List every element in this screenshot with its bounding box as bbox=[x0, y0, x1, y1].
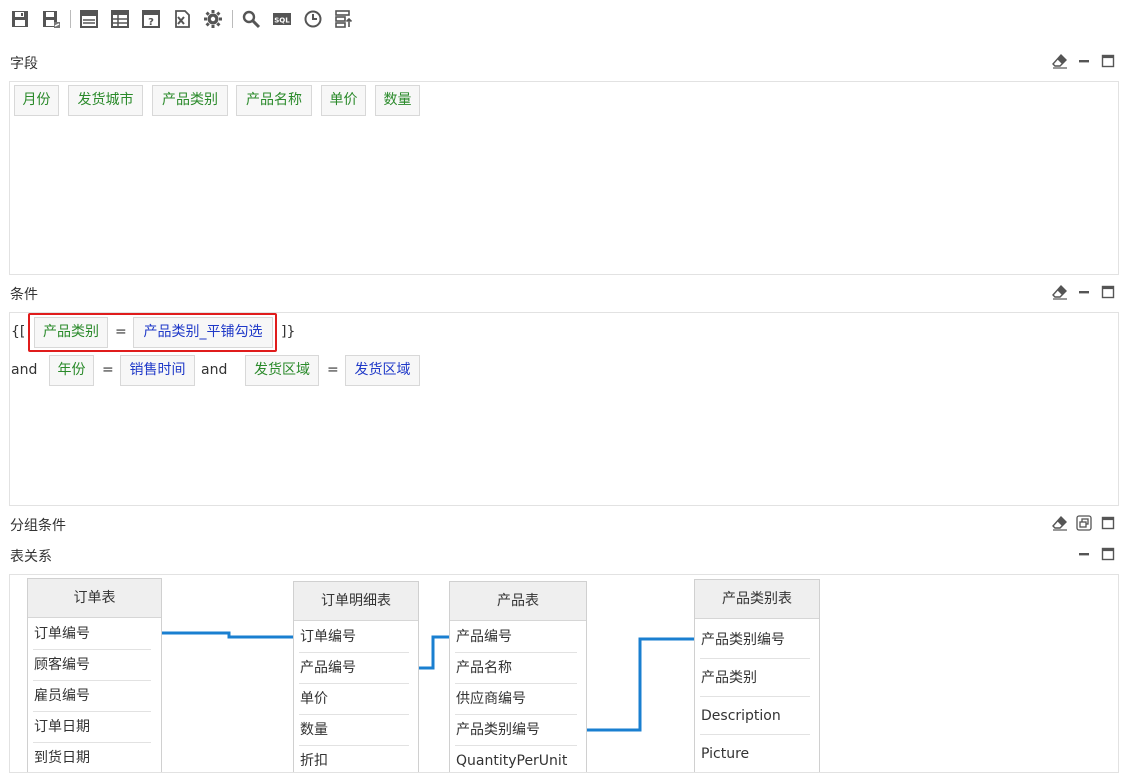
maximize-icon[interactable] bbox=[1100, 546, 1116, 562]
save-as-icon[interactable] bbox=[39, 7, 63, 31]
eraser-icon[interactable] bbox=[1052, 284, 1068, 300]
table-product-categories[interactable]: 产品类别表 产品类别编号 产品类别 Description Picture bbox=[694, 579, 820, 772]
field-chip[interactable]: 月份 bbox=[14, 85, 59, 116]
table-field[interactable]: 产品编号 bbox=[299, 653, 409, 684]
table-field[interactable]: 产品编号 bbox=[455, 622, 577, 653]
table-header[interactable]: 产品类别表 bbox=[695, 580, 819, 619]
table-field[interactable]: Description bbox=[700, 698, 810, 735]
group-conditions-controls bbox=[1052, 515, 1116, 531]
condition-field-chip[interactable]: 产品类别 bbox=[34, 317, 108, 348]
table-orders[interactable]: 订单表 订单编号 顾客编号 雇员编号 订单日期 到货日期 bbox=[27, 578, 162, 772]
table-field[interactable]: 产品类别 bbox=[700, 660, 810, 697]
table-field[interactable]: QuantityPerUnit bbox=[455, 746, 585, 772]
field-chip[interactable]: 产品名称 bbox=[236, 85, 312, 116]
field-chip[interactable]: 发货城市 bbox=[68, 85, 143, 116]
relations-panel: 订单表 订单编号 顾客编号 雇员编号 订单日期 到货日期 订单明细表 订单编号 … bbox=[9, 574, 1119, 773]
search-icon[interactable] bbox=[239, 7, 263, 31]
fields-controls bbox=[1052, 53, 1116, 69]
layout-icon[interactable] bbox=[332, 7, 356, 31]
table-field[interactable]: 雇员编号 bbox=[33, 681, 151, 712]
condition-operator[interactable]: = bbox=[327, 355, 339, 386]
group-conditions-title: 分组条件 bbox=[10, 518, 66, 534]
table-field[interactable]: 产品类别编号 bbox=[455, 715, 577, 746]
svg-text:?: ? bbox=[148, 17, 154, 28]
toolbar-separator bbox=[232, 10, 233, 28]
field-chip[interactable]: 产品类别 bbox=[152, 85, 228, 116]
table-field[interactable]: 单价 bbox=[299, 684, 409, 715]
maximize-icon[interactable] bbox=[1100, 53, 1116, 69]
minimize-icon[interactable] bbox=[1076, 546, 1092, 562]
table-field[interactable]: Picture bbox=[700, 736, 810, 772]
condition-param-chip[interactable]: 发货区域 bbox=[345, 355, 420, 386]
svg-text:SQL: SQL bbox=[274, 17, 290, 25]
field-chip[interactable]: 单价 bbox=[321, 85, 366, 116]
relation-link[interactable] bbox=[419, 635, 449, 670]
table-header[interactable]: 订单明细表 bbox=[294, 582, 418, 621]
condition-operator[interactable]: = bbox=[102, 355, 114, 386]
conditions-controls bbox=[1052, 284, 1116, 300]
eraser-icon[interactable] bbox=[1052, 53, 1068, 69]
relation-link[interactable] bbox=[162, 631, 293, 639]
minimize-icon[interactable] bbox=[1076, 53, 1092, 69]
relation-link[interactable] bbox=[587, 637, 694, 732]
table-field[interactable]: 顾客编号 bbox=[33, 650, 151, 681]
conditions-panel: {[ 产品类别 = 产品类别_平铺勾选 ]} and 年份 = 销售时间 and… bbox=[9, 312, 1119, 506]
restore-icon[interactable] bbox=[1076, 515, 1092, 531]
bracket-open[interactable]: {[ bbox=[11, 317, 25, 348]
conditions-title: 条件 bbox=[10, 287, 38, 303]
field-chip[interactable]: 数量 bbox=[375, 85, 420, 116]
maximize-icon[interactable] bbox=[1100, 515, 1116, 531]
clock-icon[interactable] bbox=[301, 7, 325, 31]
condition-operator[interactable]: = bbox=[115, 317, 127, 348]
sql-icon[interactable]: SQL bbox=[270, 7, 294, 31]
save-icon[interactable] bbox=[8, 7, 32, 31]
table-field[interactable]: 数量 bbox=[299, 715, 409, 746]
table-field[interactable]: 产品类别编号 bbox=[700, 622, 810, 659]
table-header[interactable]: 订单表 bbox=[28, 579, 161, 618]
gear-icon[interactable] bbox=[201, 7, 225, 31]
table-field[interactable]: 订单日期 bbox=[33, 712, 151, 743]
toolbar-separator bbox=[70, 10, 71, 28]
fields-title: 字段 bbox=[10, 56, 38, 72]
table-relations-title: 表关系 bbox=[10, 549, 52, 565]
condition-conjunction[interactable]: and bbox=[201, 355, 227, 386]
table-field[interactable]: 产品名称 bbox=[455, 653, 577, 684]
table-products[interactable]: 产品表 产品编号 产品名称 供应商编号 产品类别编号 QuantityPerUn… bbox=[449, 581, 587, 772]
table-grid-icon[interactable] bbox=[108, 7, 132, 31]
bracket-close[interactable]: ]} bbox=[281, 317, 295, 348]
table-view-icon[interactable] bbox=[77, 7, 101, 31]
fields-panel: 月份 发货城市 产品类别 产品名称 单价 数量 bbox=[9, 81, 1119, 275]
maximize-icon[interactable] bbox=[1100, 284, 1116, 300]
table-field[interactable]: 供应商编号 bbox=[455, 684, 577, 715]
eraser-icon[interactable] bbox=[1052, 515, 1068, 531]
toolbar: ? SQL bbox=[8, 6, 363, 32]
excel-icon[interactable] bbox=[170, 7, 194, 31]
table-order-details[interactable]: 订单明细表 订单编号 产品编号 单价 数量 折扣 bbox=[293, 581, 419, 772]
table-field[interactable]: 订单编号 bbox=[299, 622, 409, 653]
condition-param-chip[interactable]: 销售时间 bbox=[120, 355, 195, 386]
condition-param-chip[interactable]: 产品类别_平铺勾选 bbox=[133, 317, 273, 348]
condition-conjunction[interactable]: and bbox=[11, 355, 37, 386]
table-relations-controls bbox=[1076, 546, 1116, 562]
table-field[interactable]: 订单编号 bbox=[33, 619, 151, 650]
condition-field-chip[interactable]: 发货区域 bbox=[245, 355, 319, 386]
help-table-icon[interactable]: ? bbox=[139, 7, 163, 31]
condition-field-chip[interactable]: 年份 bbox=[49, 355, 94, 386]
table-field[interactable]: 到货日期 bbox=[33, 743, 151, 772]
table-field[interactable]: 折扣 bbox=[299, 746, 409, 772]
table-header[interactable]: 产品表 bbox=[450, 582, 586, 621]
minimize-icon[interactable] bbox=[1076, 284, 1092, 300]
